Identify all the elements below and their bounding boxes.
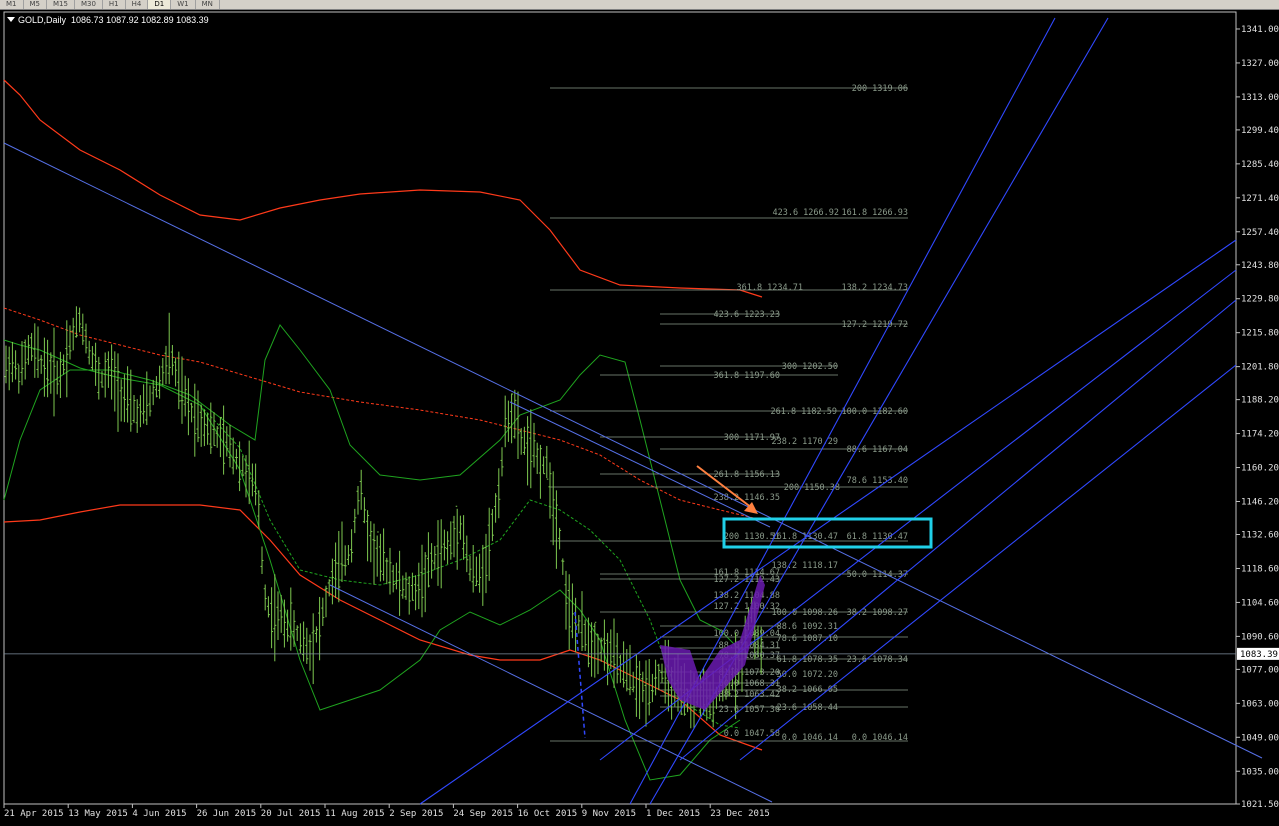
fan-line <box>679 299 1237 761</box>
fib-label: 38.2 1066.05 <box>777 685 838 695</box>
fib-label: 300 1202.50 <box>782 362 838 372</box>
y-tick-label: 1243.80 <box>1241 261 1279 271</box>
timeframe-mn[interactable]: MN <box>196 0 220 9</box>
x-tick-label: 16 Oct 2015 <box>518 809 578 819</box>
fib-label: 138.2 1104.88 <box>713 591 780 601</box>
timeframe-h1[interactable]: H1 <box>103 0 126 9</box>
y-tick-label: 1063.00 <box>1241 699 1279 709</box>
timeframe-h4[interactable]: H4 <box>126 0 149 9</box>
x-tick-label: 9 Nov 2015 <box>582 809 636 819</box>
y-tick-label: 1313.00 <box>1241 93 1279 103</box>
bollinger-lower-outer <box>3 504 763 751</box>
y-tick-label: 1229.80 <box>1241 295 1279 305</box>
y-tick-label: 1160.20 <box>1241 464 1279 474</box>
fib-label: 78.6 1087.10 <box>777 634 838 644</box>
x-tick-label: 2 Sep 2015 <box>389 809 443 819</box>
y-tick-label: 1049.00 <box>1241 733 1279 743</box>
price-chart[interactable]: 1341.00 1327.00 1313.00 1299.40 1285.40 1271.… <box>0 10 1279 826</box>
fib-label: 200 1319.06 <box>852 84 908 94</box>
x-tick-label: 13 May 2015 <box>68 809 128 819</box>
candles <box>4 306 763 729</box>
fib-label: 61.8 1130.47 <box>847 532 908 542</box>
fib-label: 138.2 1118.17 <box>771 561 838 571</box>
y-tick-label: 1188.20 <box>1241 396 1279 406</box>
fan-line <box>419 239 1237 805</box>
y-tick-label: 1118.60 <box>1241 564 1279 574</box>
fib-label: 61.8 1078.35 <box>777 655 838 665</box>
timeframe-w1[interactable]: W1 <box>171 0 196 9</box>
y-tick-label: 1299.40 <box>1241 126 1279 136</box>
timeframe-d1[interactable]: D1 <box>148 0 172 9</box>
y-tick-label: 1035.00 <box>1241 767 1279 777</box>
fib-label: 78.6 1153.40 <box>847 476 908 486</box>
fib-label: 423.6 1266.92 <box>772 208 839 218</box>
y-tick-label: 1077.00 <box>1241 665 1279 675</box>
y-tick-label: 1215.80 <box>1241 329 1279 339</box>
fib-label: 0.0 1046.14 <box>852 733 908 743</box>
fib-label: 261.8 1182.59 <box>770 407 837 417</box>
timeframe-toolbar: M1 M5 M15 M30 H1 H4 D1 W1 MN <box>0 0 1279 10</box>
fib-label: 50.0 1072.20 <box>777 670 838 680</box>
y-tick-label: 1146.20 <box>1241 498 1279 508</box>
x-tick-label: 4 Jun 2015 <box>132 809 186 819</box>
y-tick-label: 1090.60 <box>1241 632 1279 642</box>
dashed-projection <box>574 611 586 739</box>
timeframe-m30[interactable]: M30 <box>75 0 103 9</box>
x-tick-label: 1 Dec 2015 <box>646 809 700 819</box>
fib-label: 261.8 1156.13 <box>713 470 780 480</box>
y-tick-label: 1285.40 <box>1241 160 1279 170</box>
fib-label: 138.2 1234.73 <box>841 283 908 293</box>
fib-label: 23.6 1078.34 <box>847 655 908 665</box>
trendline-upper <box>3 142 1263 759</box>
y-tick-label: 1021.50 <box>1241 800 1279 810</box>
fib-label: 423.6 1223.23 <box>713 310 780 320</box>
fib-label: 361.8 1197.60 <box>713 371 780 381</box>
fib-label: 127.2 1100.32 <box>713 602 780 612</box>
fib-label: 161.8 1266.93 <box>841 208 908 218</box>
fib-label: 23.6 1057.36 <box>719 705 780 715</box>
y-tick-label: 1201.80 <box>1241 363 1279 373</box>
y-tick-label: 1341.00 <box>1241 25 1279 35</box>
timeframe-m1[interactable]: M1 <box>0 0 24 9</box>
fib-label: 361.8 1234.71 <box>736 283 803 293</box>
fib-label: 127.2 1219.72 <box>841 320 908 330</box>
y-tick-label: 1271.40 <box>1241 194 1279 204</box>
y-tick-label: 1257.40 <box>1241 228 1279 238</box>
fib-label: 161.8 1130.47 <box>771 532 838 542</box>
fib-label: 0.0 1047.58 <box>724 729 780 739</box>
fib-label: 38.2 1063.42 <box>719 690 780 700</box>
current-price-label: 1083.39 <box>1240 650 1278 660</box>
bollinger-upper-outer <box>3 79 763 298</box>
x-tick-label: 20 Jul 2015 <box>261 809 321 819</box>
x-tick-label: 21 Apr 2015 <box>4 809 64 819</box>
fib-label: 88.6 1092.31 <box>777 622 838 632</box>
timeframe-m5[interactable]: M5 <box>24 0 47 9</box>
x-tick-label: 24 Sep 2015 <box>453 809 513 819</box>
fib-label: 127.2 1112.43 <box>713 575 780 585</box>
fib-label: 0.0 1046.14 <box>782 733 838 743</box>
fib-label: 100.0 1098.26 <box>771 608 838 618</box>
fib-label: 38.2 1098.27 <box>847 608 908 618</box>
fib-label: 23.6 1058.44 <box>777 703 838 713</box>
y-tick-label: 1174.20 <box>1241 430 1279 440</box>
fib-label: 100.0 1182.60 <box>841 407 908 417</box>
y-tick-label: 1132.60 <box>1241 531 1279 541</box>
x-tick-label: 11 Aug 2015 <box>325 809 385 819</box>
y-tick-label: 1104.60 <box>1241 598 1279 608</box>
x-tick-label: 26 Jun 2015 <box>197 809 257 819</box>
y-tick-label: 1327.00 <box>1241 59 1279 69</box>
x-tick-label: 23 Dec 2015 <box>710 809 770 819</box>
timeframe-m15[interactable]: M15 <box>47 0 75 9</box>
